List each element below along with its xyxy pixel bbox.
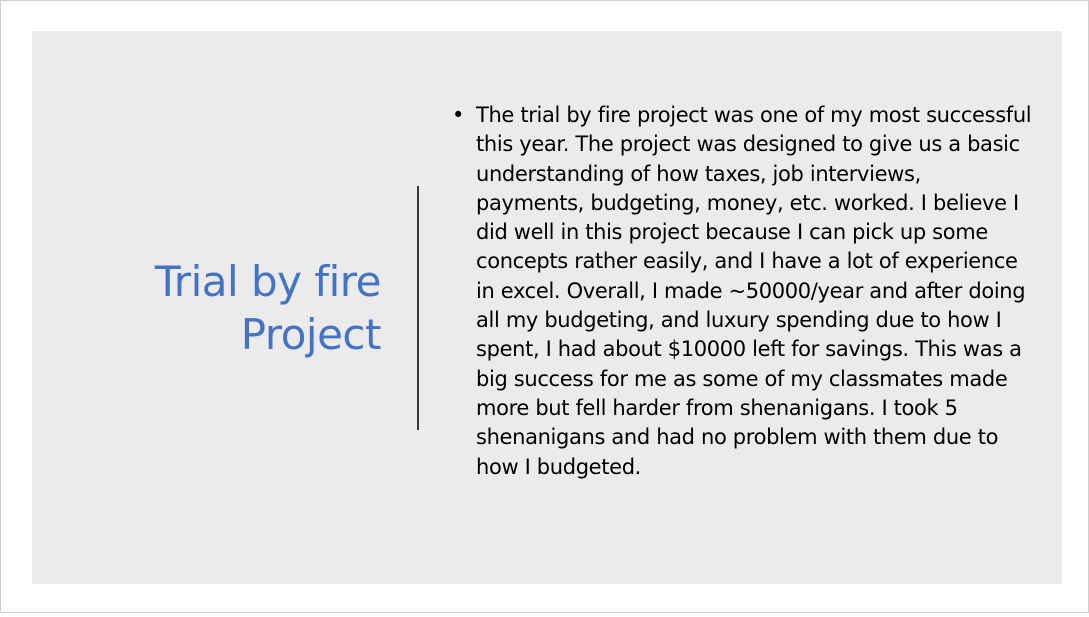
bullet-icon: • xyxy=(452,103,465,127)
title-line-2: Project xyxy=(240,310,382,359)
slide-body[interactable]: • The trial by fire project was one of m… xyxy=(452,101,1032,482)
slide-title[interactable]: Trial by fire Project xyxy=(51,255,382,361)
slide-frame: Trial by fire Project • The trial by fir… xyxy=(0,0,1089,613)
vertical-divider xyxy=(417,186,419,430)
slide[interactable]: Trial by fire Project • The trial by fir… xyxy=(32,31,1062,584)
bullet-text: The trial by fire project was one of my … xyxy=(476,103,1032,479)
bullet-item: • The trial by fire project was one of m… xyxy=(452,101,1032,482)
title-line-1: Trial by fire xyxy=(154,257,382,306)
